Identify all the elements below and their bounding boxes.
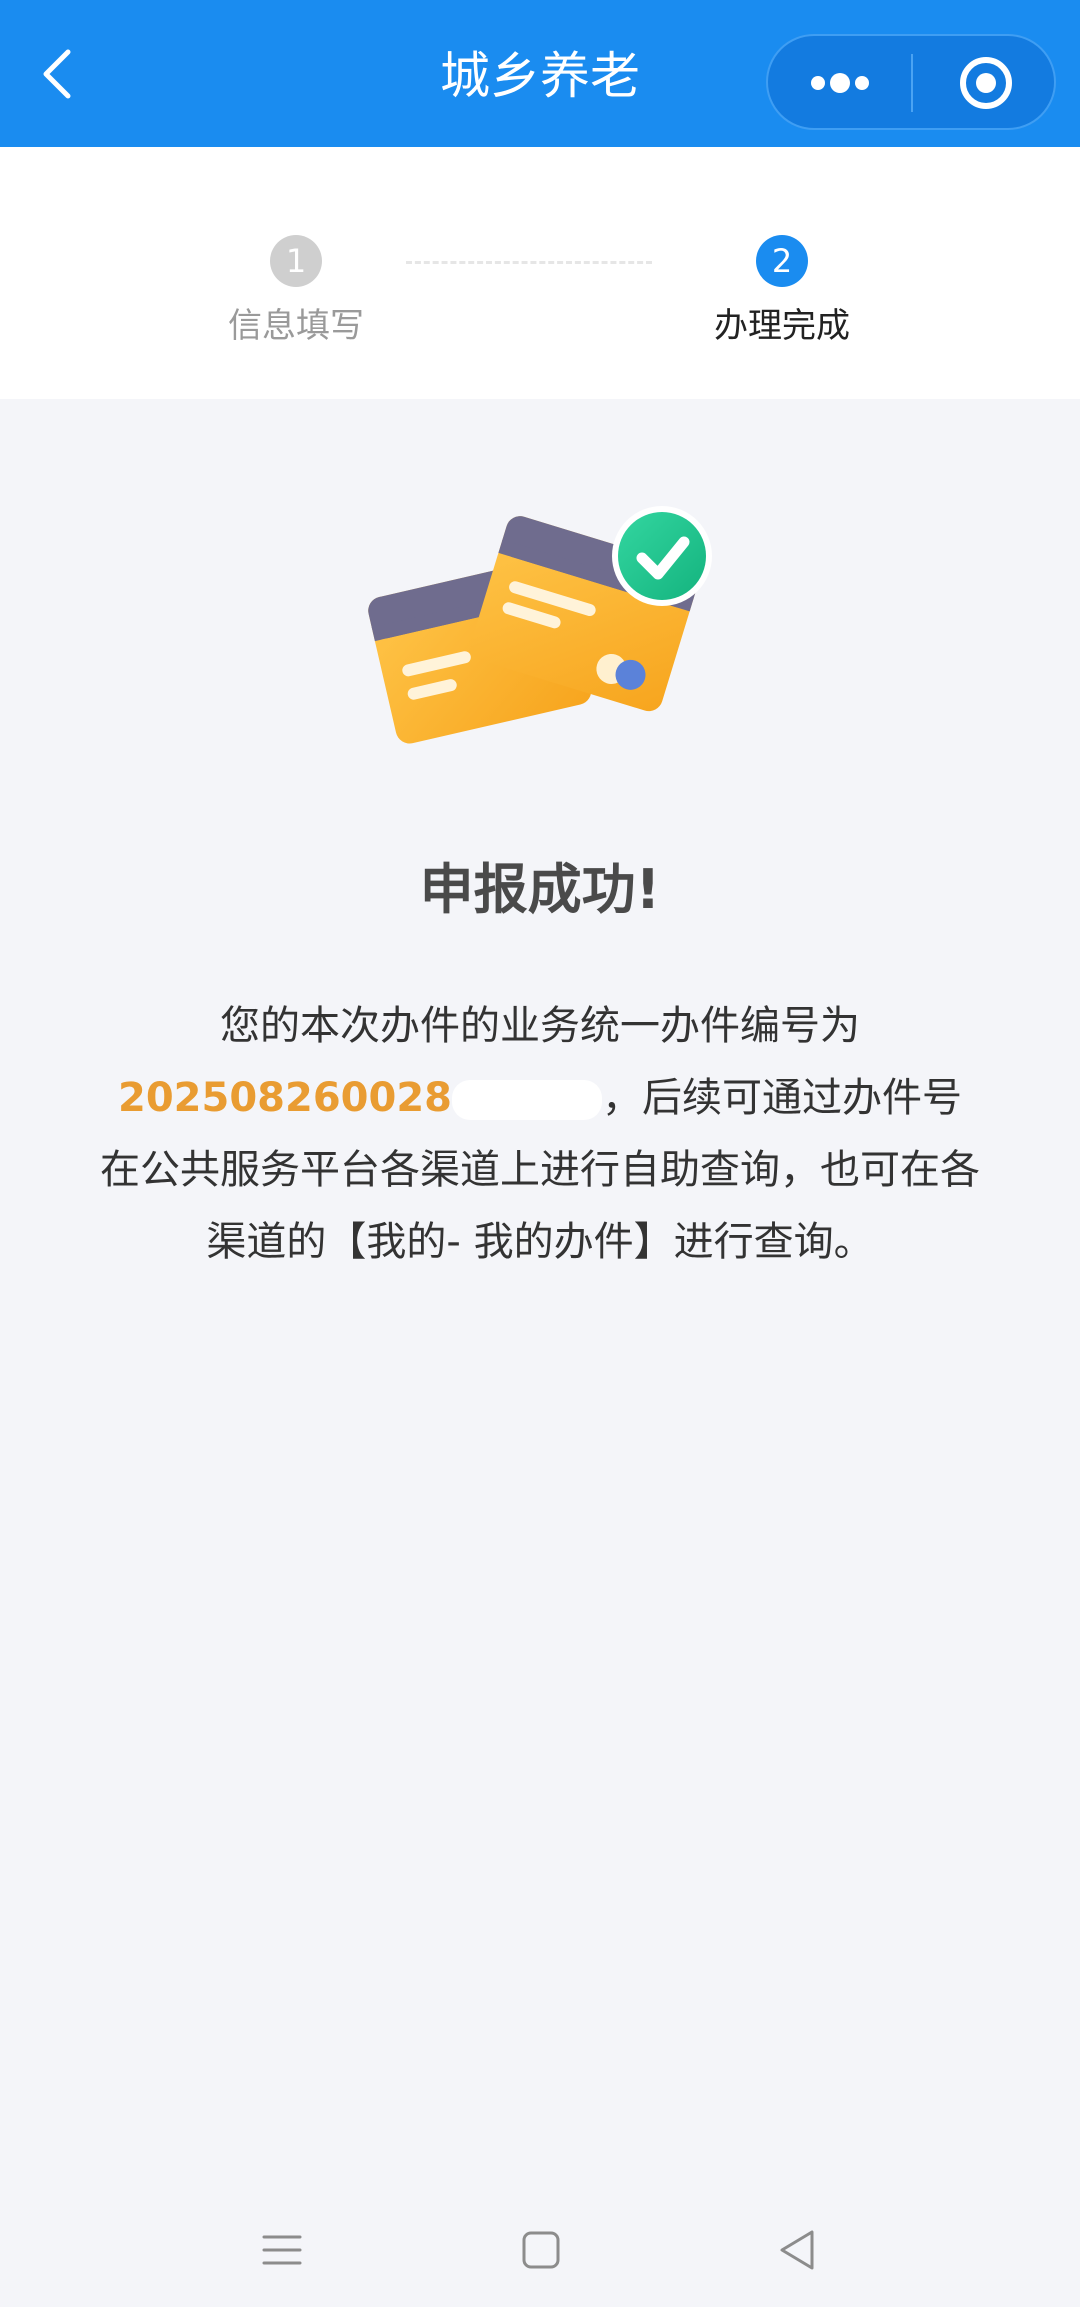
back-triangle-icon (780, 2230, 814, 2270)
more-dots-icon (811, 73, 869, 93)
more-button[interactable] (788, 54, 892, 112)
step-number-badge: 1 (270, 235, 322, 287)
system-back-button[interactable] (768, 2220, 828, 2280)
step-label: 信息填写 (228, 306, 364, 346)
step-number-badge: 2 (756, 235, 808, 287)
step-info-fill: 1 信息填写 (186, 235, 406, 347)
application-number: 202508260028 (118, 1075, 452, 1121)
home-square-icon (522, 2231, 560, 2269)
capsule-divider (911, 54, 913, 112)
result-description: 您的本次办件的业务统一办件编号为 202508260028 ，后续可通过办件号在公共… (100, 990, 980, 1278)
step-label: 办理完成 (714, 306, 850, 346)
result-title: 申报成功! (419, 858, 661, 921)
app-header: 城乡养老 (0, 0, 1080, 147)
description-text: 您的本次办件的业务统一办件编号为 (220, 1003, 860, 1049)
close-target-icon (960, 57, 1012, 109)
mini-program-capsule (766, 34, 1056, 130)
step-complete: 2 办理完成 (672, 235, 892, 347)
system-navigation-bar (0, 2190, 1080, 2307)
step-connector (406, 261, 652, 264)
redacted-mask (451, 1080, 602, 1120)
progress-steps: 1 信息填写 2 办理完成 (0, 147, 1080, 399)
home-button[interactable] (511, 2220, 571, 2280)
close-button[interactable] (938, 50, 1034, 116)
menu-icon (262, 2235, 302, 2265)
credit-cards-checkmark-icon (360, 478, 720, 778)
recent-apps-button[interactable] (252, 2220, 312, 2280)
